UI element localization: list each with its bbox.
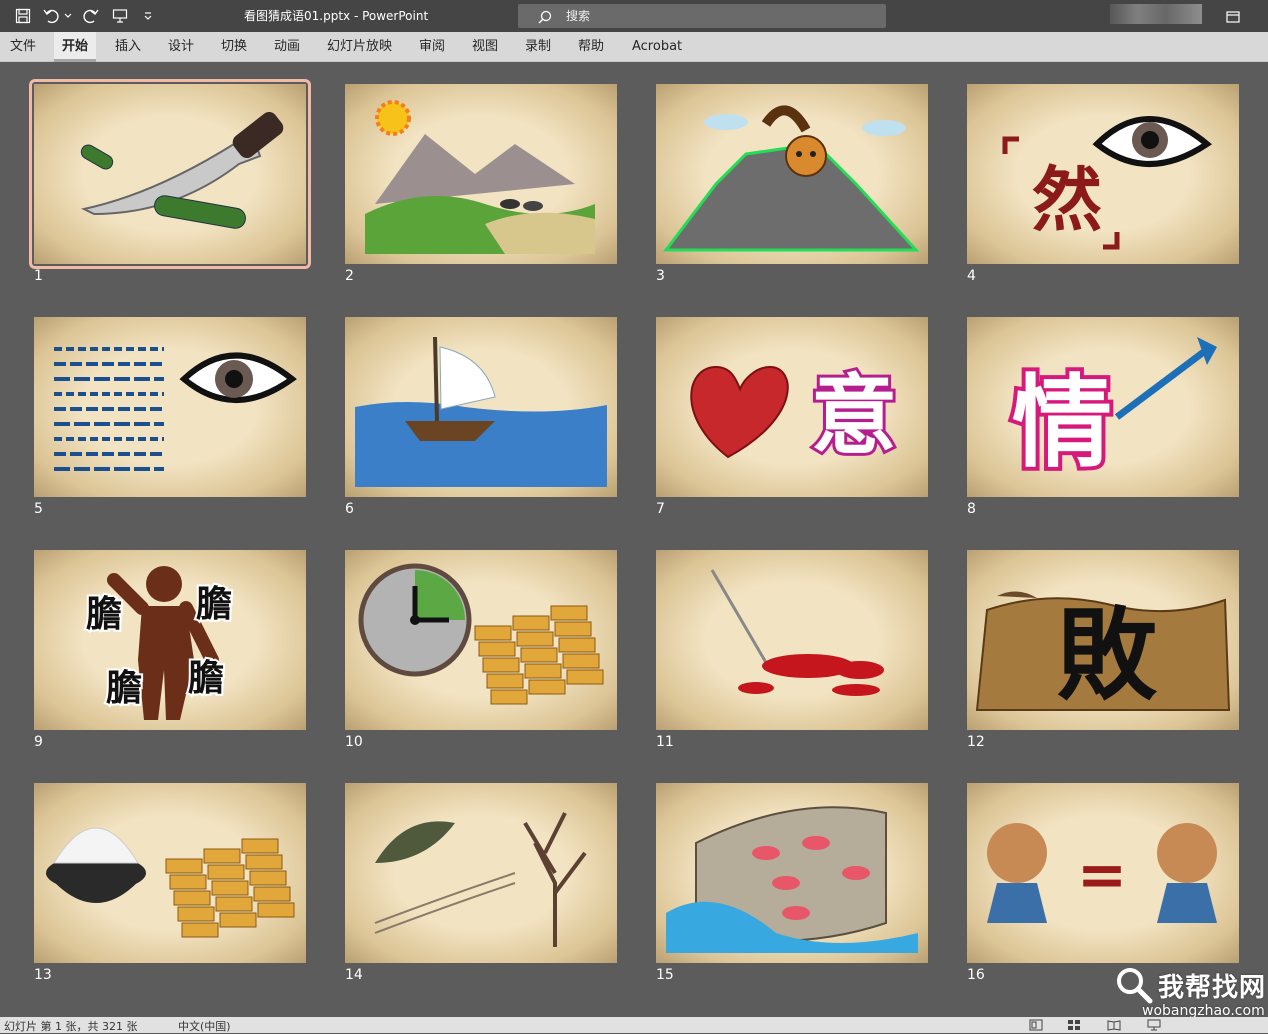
svg-text:膽: 膽 — [188, 658, 224, 699]
slide-thumbnail[interactable]: 情 — [967, 317, 1239, 497]
watermark-search-icon — [1117, 968, 1153, 1004]
ribbon-tab-2[interactable]: 插入 — [107, 32, 149, 62]
svg-text:意: 意 — [811, 366, 897, 466]
slide-thumbnail[interactable] — [345, 783, 617, 963]
slide-number: 6 — [345, 501, 354, 517]
ribbon-tab-7[interactable]: 审阅 — [411, 32, 453, 62]
ribbon-tab-9[interactable]: 录制 — [517, 32, 559, 62]
ribbon-tab-0[interactable]: 文件 — [2, 32, 44, 62]
svg-text:膽: 膽 — [196, 584, 232, 625]
slide-number: 14 — [345, 967, 363, 983]
slide-thumbnail[interactable] — [656, 84, 928, 264]
reading-view-icon[interactable] — [1106, 1018, 1122, 1032]
ribbon-display-icon[interactable] — [1226, 8, 1240, 27]
slide-illustration-bai-cracked: 敗 — [975, 591, 1231, 714]
document-title: 看图猜成语01.pptx - PowerPoint — [244, 9, 429, 23]
slide-number: 12 — [967, 734, 985, 750]
customize-icon[interactable] — [140, 6, 156, 26]
search-icon — [538, 9, 552, 28]
ribbon-tab-11[interactable]: Acrobat — [624, 32, 690, 62]
slide-illustration-needle-blood — [710, 569, 884, 696]
svg-text:然: 然 — [1032, 159, 1102, 241]
slide-illustration-sailboat — [355, 336, 607, 487]
svg-text:膽: 膽 — [106, 668, 142, 709]
slide-number: 13 — [34, 967, 52, 983]
slide-illustration-qing-arrow: 情 — [1008, 337, 1217, 485]
slide-thumbnail[interactable] — [656, 550, 928, 730]
account-area[interactable] — [1110, 4, 1202, 24]
slide-thumbnail[interactable]: 膽 膽 膽 膽 — [34, 550, 306, 730]
slide-thumbnail[interactable] — [345, 317, 617, 497]
ribbon-tab-10[interactable]: 帮助 — [570, 32, 612, 62]
normal-view-icon[interactable] — [1028, 1018, 1044, 1032]
slide-number: 8 — [967, 501, 976, 517]
slide-illustration-text-lines-eye — [54, 347, 297, 471]
slide-number: 15 — [656, 967, 674, 983]
slide-number: 16 — [967, 967, 985, 983]
slide-number: 2 — [345, 268, 354, 284]
language-indicator[interactable]: 中文(中国) — [178, 1018, 231, 1034]
slide-illustration-raccoon-mountain — [662, 105, 920, 252]
ribbon-tab-3[interactable]: 设计 — [160, 32, 202, 62]
slide-number: 9 — [34, 734, 43, 750]
slide-thumbnail[interactable] — [34, 317, 306, 497]
slide-illustration-knife-cucumber — [80, 111, 284, 229]
ribbon-tab-6[interactable]: 幻灯片放映 — [319, 32, 400, 62]
slide-thumbnail[interactable]: 意 — [656, 317, 928, 497]
slide-illustration-leaf-tree — [374, 812, 587, 947]
slide-thumbnail[interactable] — [345, 84, 617, 264]
slide-thumbnail[interactable]: 敗 — [967, 550, 1239, 730]
svg-text:=: = — [1077, 840, 1127, 910]
ribbon-tab-8[interactable]: 视图 — [464, 32, 506, 62]
slide-illustration-sun-mountains — [365, 100, 595, 254]
slide-number: 10 — [345, 734, 363, 750]
search-input[interactable] — [566, 7, 866, 25]
present-icon[interactable] — [110, 6, 130, 26]
undo-icon[interactable] — [42, 6, 62, 26]
slide-thumbnail[interactable] — [34, 783, 306, 963]
slide-number: 11 — [656, 734, 674, 750]
slide-illustration-clock-gold — [358, 563, 604, 705]
ribbon-tab-4[interactable]: 切换 — [213, 32, 255, 62]
slide-count: 幻灯片 第 1 张，共 321 张 — [4, 1020, 138, 1033]
slide-number: 3 — [656, 268, 665, 284]
ribbon-tab-1[interactable]: 开始 — [54, 32, 97, 62]
slide-thumbnail[interactable] — [345, 550, 617, 730]
slide-thumbnail[interactable]: 然 — [967, 84, 1239, 264]
slide-thumbnail[interactable]: = — [967, 783, 1239, 963]
ribbon-tab-5[interactable]: 动画 — [266, 32, 308, 62]
save-icon[interactable] — [14, 6, 32, 26]
slide-thumbnail[interactable] — [656, 783, 928, 963]
redo-icon[interactable] — [80, 6, 100, 26]
slide-sorter-view-icon[interactable] — [1066, 1018, 1082, 1032]
slide-number: 7 — [656, 501, 665, 517]
svg-text:膽: 膽 — [86, 594, 122, 635]
slide-thumbnail[interactable] — [29, 79, 311, 269]
slide-illustration-twin-boys: = — [987, 823, 1217, 923]
slide-illustration-eye-ran: 然 — [1002, 116, 1213, 250]
undo-dropdown-icon[interactable] — [63, 6, 73, 26]
slide-illustration-figure-dan: 膽 膽 膽 膽 — [84, 566, 234, 720]
svg-text:情: 情 — [1012, 364, 1112, 481]
slide-number: 1 — [34, 268, 43, 284]
watermark: 我帮找网 wobangzhao.com — [1112, 963, 1268, 1023]
svg-text:敗: 敗 — [1057, 597, 1158, 714]
slide-illustration-heart-yi: 意 — [690, 363, 900, 469]
slide-illustration-fish-net — [666, 806, 918, 953]
ribbon-tabs: 文件 开始 插入 设计 切换 动画 幻灯片放映 审阅 视图 录制 帮助 Acrobat — [0, 32, 1268, 62]
status-bar: 幻灯片 第 1 张，共 321 张 中文(中国) — [0, 1017, 1268, 1033]
slideshow-view-icon[interactable] — [1146, 1018, 1162, 1032]
slide-number: 4 — [967, 268, 976, 284]
title-bar: 看图猜成语01.pptx - PowerPoint — [0, 0, 1268, 32]
search-box[interactable] — [518, 4, 886, 28]
slide-number: 5 — [34, 501, 43, 517]
watermark-text: 我帮找网 — [1158, 973, 1267, 1003]
slide-illustration-rice-gold — [46, 827, 295, 938]
slide-sorter: 1 2 3 然 4 5 6 意 7 情 8 膽 膽 膽 膽 9 10 11 敗 12… — [0, 62, 1268, 1017]
